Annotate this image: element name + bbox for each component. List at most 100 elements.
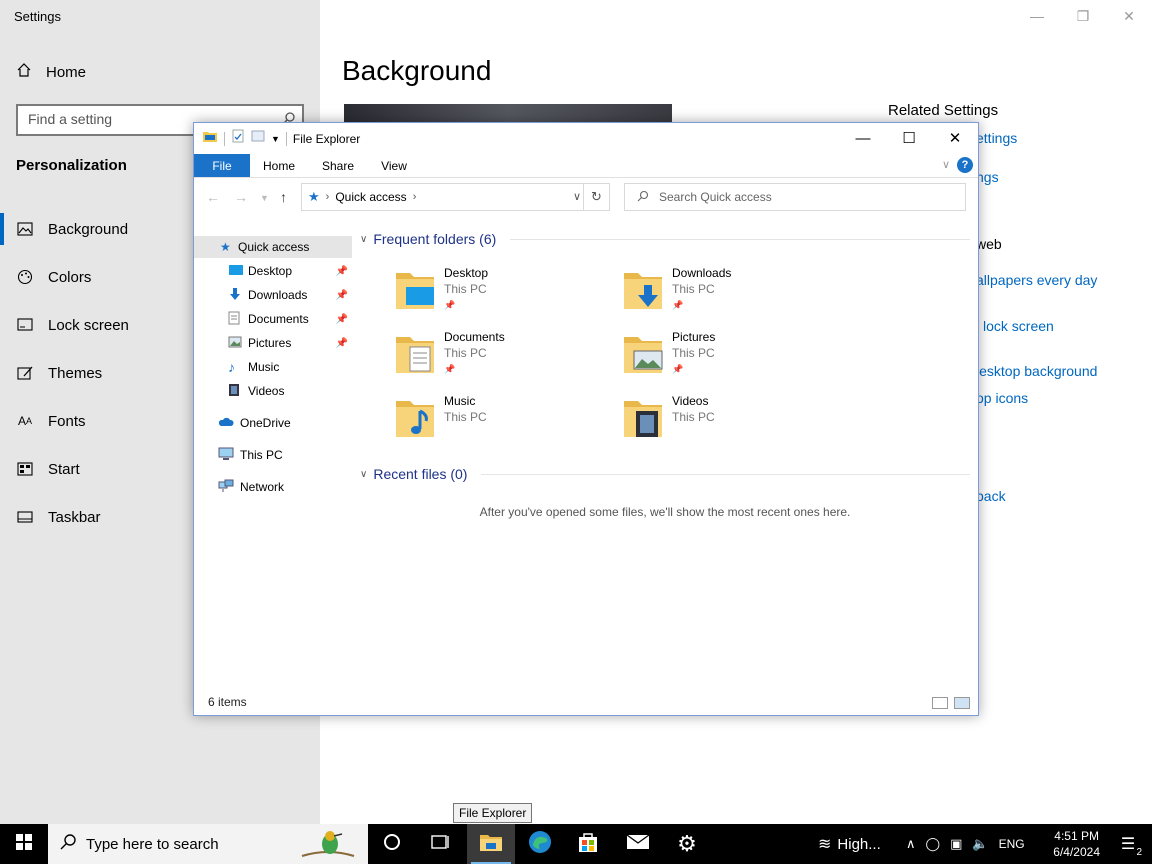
forward-arrow-icon[interactable]: → — [234, 189, 248, 205]
videos-icon — [228, 383, 248, 400]
nav-item-onedrive[interactable]: OneDrive — [194, 412, 352, 434]
tab-home[interactable]: Home — [254, 154, 304, 177]
address-text: Quick access — [335, 190, 407, 204]
large-icons-view-icon[interactable] — [954, 697, 970, 709]
nav-item-documents[interactable]: Documents 📌 — [194, 308, 352, 330]
action-center-button[interactable]: ☰ 2 — [1104, 824, 1152, 864]
close-button[interactable]: ✕ — [932, 123, 978, 153]
pin-icon[interactable]: 📌 — [336, 314, 348, 325]
tab-share[interactable]: Share — [312, 154, 364, 177]
expand-ribbon-icon[interactable]: ∨ — [942, 158, 950, 171]
folder-location: This PC — [444, 282, 487, 296]
related-link[interactable]: ngs — [976, 169, 999, 185]
cortana-button[interactable] — [368, 824, 416, 864]
taskbar-settings[interactable]: ⚙ — [663, 824, 711, 864]
customize-toolbar-icon[interactable]: ▼ — [271, 134, 280, 144]
related-link[interactable]: ettings — [976, 130, 1017, 146]
nav-item-quick-access[interactable]: ★ Quick access — [194, 236, 352, 258]
home-label: Home — [46, 63, 87, 81]
folder-tile-documents[interactable]: Documents This PC 📌 — [394, 329, 614, 385]
language-indicator[interactable]: ENG — [999, 837, 1025, 851]
back-arrow-icon[interactable]: ← — [206, 189, 220, 205]
related-link[interactable]: op icons — [976, 390, 1028, 406]
nav-item-label: Videos — [248, 384, 285, 398]
nav-item-downloads[interactable]: Downloads 📌 — [194, 284, 352, 306]
refresh-icon[interactable]: ↻ — [583, 184, 609, 210]
folder-tile-music[interactable]: Music This PC — [394, 393, 614, 449]
help-icon[interactable]: ? — [957, 157, 973, 173]
navigation-pane: ★ Quick access Desktop 📌 Downloads 📌 Doc… — [194, 233, 352, 693]
nav-item-music[interactable]: ♪ Music — [194, 356, 352, 378]
nav-item-videos[interactable]: Videos — [194, 380, 352, 402]
folder-tile-downloads[interactable]: Downloads This PC 📌 — [622, 265, 842, 321]
network-icon — [218, 479, 240, 496]
folder-tile-desktop[interactable]: Desktop This PC 📌 — [394, 265, 614, 321]
nav-item-label: Colors — [48, 268, 92, 286]
videos-folder-icon — [622, 393, 666, 441]
nav-item-label: Taskbar — [48, 508, 101, 526]
notification-badge: 2 — [1136, 847, 1142, 858]
collapse-caret-icon: ∨ — [360, 233, 368, 245]
taskbar-mail[interactable] — [614, 824, 662, 864]
related-link[interactable]: back — [976, 488, 1006, 504]
pictures-icon — [228, 336, 248, 351]
minimize-button[interactable]: — — [1014, 0, 1060, 32]
nav-item-label: Themes — [48, 364, 103, 382]
frequent-folders-header[interactable]: ∨ Frequent folders (6) — [360, 231, 970, 247]
folder-icon — [202, 129, 218, 148]
details-view-icon[interactable] — [932, 697, 948, 709]
clock[interactable]: 4:51 PM 6/4/2024 — [1053, 828, 1100, 860]
quick-access-star-icon: ★ — [220, 240, 231, 254]
gear-icon: ⚙ — [677, 831, 697, 856]
address-bar[interactable]: ★ › Quick access › ∨ ↻ — [301, 183, 610, 211]
home-nav-item[interactable]: Home — [16, 62, 86, 82]
restore-button[interactable]: ❐ — [1060, 0, 1106, 32]
weather-text: High... — [837, 835, 881, 853]
volume-muted-icon[interactable]: 🔈 — [972, 836, 988, 852]
maximize-button[interactable]: ☐ — [886, 123, 932, 153]
start-button[interactable] — [0, 824, 48, 864]
tab-view[interactable]: View — [370, 154, 418, 177]
related-link[interactable]: lock screen — [983, 318, 1054, 334]
chevron-down-icon[interactable]: ∨ — [573, 190, 581, 203]
taskbar-store[interactable] — [564, 824, 612, 864]
recent-locations-icon[interactable]: ▼ — [260, 193, 269, 203]
settings-title: Settings — [14, 9, 61, 24]
minimize-button[interactable]: — — [840, 123, 886, 153]
view-switcher — [932, 697, 970, 709]
nav-item-this-pc[interactable]: This PC — [194, 444, 352, 466]
nav-item-label: Music — [248, 360, 280, 374]
recent-files-header[interactable]: ∨ Recent files (0) — [360, 466, 970, 482]
tab-file[interactable]: File — [194, 154, 250, 177]
pin-icon[interactable]: 📌 — [336, 290, 348, 301]
nav-item-label: This PC — [240, 448, 283, 462]
nav-item-label: Network — [240, 480, 285, 494]
nav-item-pictures[interactable]: Pictures 📌 — [194, 332, 352, 354]
pin-icon: 📌 — [444, 300, 456, 310]
music-folder-icon — [394, 393, 438, 441]
explorer-search-input[interactable]: Search Quick access — [624, 183, 966, 211]
pin-icon[interactable]: 📌 — [336, 338, 348, 349]
taskbar-file-explorer[interactable] — [467, 824, 515, 864]
this-pc-icon — [218, 447, 240, 464]
network-status-icon[interactable]: ▣ — [950, 836, 962, 852]
taskbar-edge[interactable] — [516, 824, 564, 864]
taskbar-search-box[interactable]: Type here to search — [48, 824, 368, 864]
nav-item-network[interactable]: Network — [194, 476, 352, 498]
related-link[interactable]: allpapers every day — [976, 272, 1097, 288]
properties-icon[interactable] — [231, 129, 245, 148]
related-link[interactable]: lesktop background — [976, 363, 1097, 379]
chevron-up-icon[interactable]: ∧ — [906, 836, 916, 852]
new-folder-icon[interactable] — [251, 129, 265, 148]
pin-icon[interactable]: 📌 — [336, 266, 348, 277]
folder-tile-pictures[interactable]: Pictures This PC 📌 — [622, 329, 842, 385]
folder-tile-videos[interactable]: Videos This PC — [622, 393, 842, 449]
up-arrow-icon[interactable]: ↑ — [280, 189, 287, 205]
task-view-button[interactable] — [416, 824, 464, 864]
related-text: web — [976, 236, 1002, 252]
nav-item-desktop[interactable]: Desktop 📌 — [194, 260, 352, 282]
weather-widget[interactable]: ≋ High... — [818, 824, 881, 864]
close-button[interactable]: ✕ — [1106, 0, 1152, 32]
meet-now-icon[interactable]: ◯ — [926, 836, 941, 852]
home-icon — [16, 62, 32, 82]
